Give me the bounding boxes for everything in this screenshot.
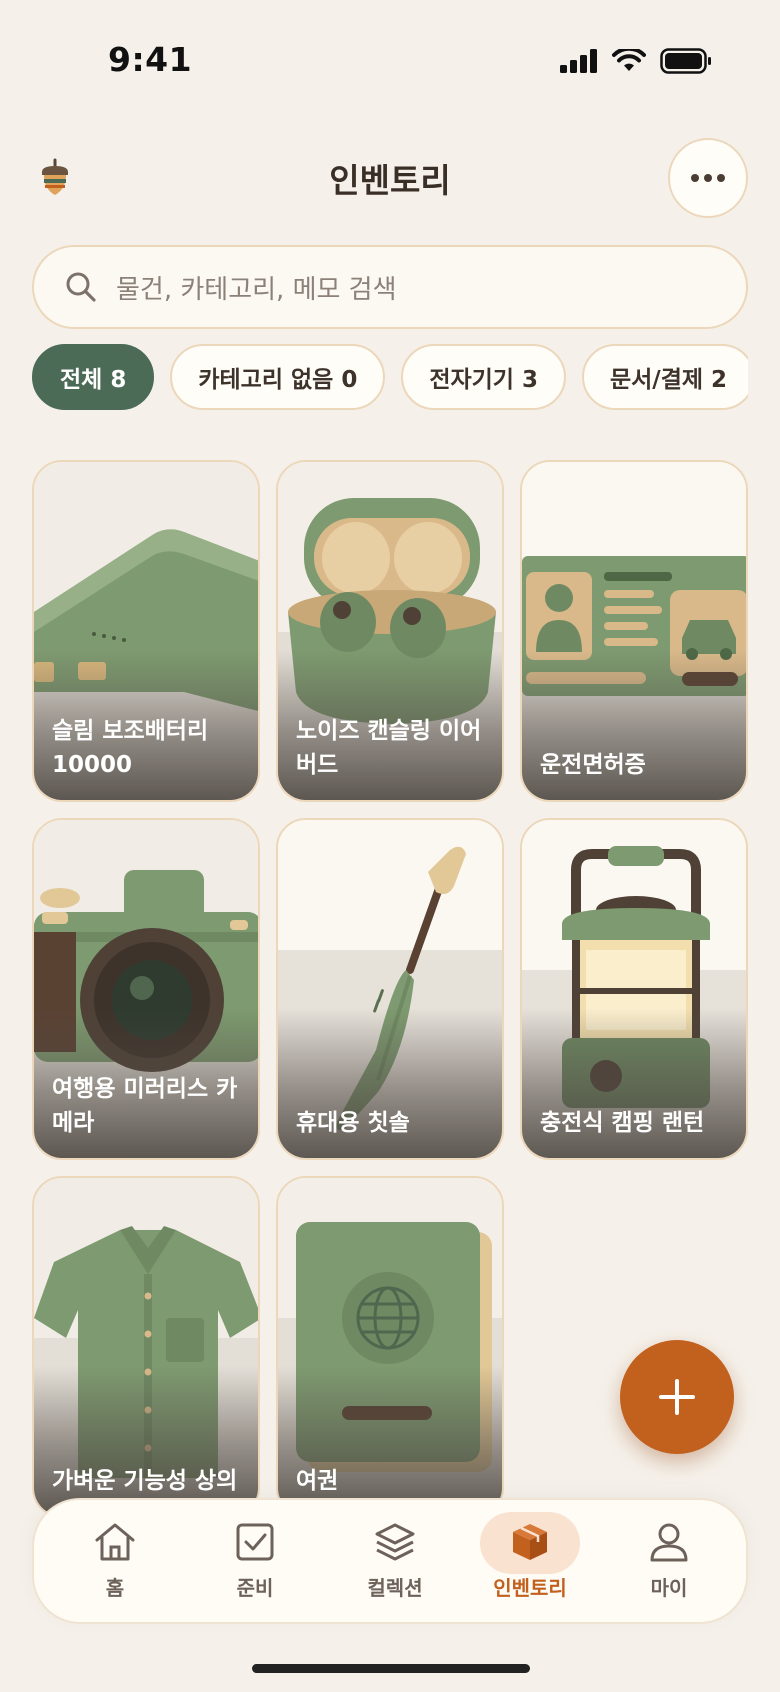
header: 인벤토리: [0, 130, 780, 226]
item-card[interactable]: 가벼운 기능성 상의: [32, 1176, 260, 1518]
more-dot: [691, 174, 699, 182]
item-label: 휴대용 칫솔: [296, 1110, 410, 1136]
user-icon: [650, 1523, 688, 1562]
more-dot: [704, 174, 712, 182]
item-label: 가벼운 기능성 상의: [52, 1468, 238, 1494]
search-icon: [66, 272, 96, 302]
nav-label: 인벤토리: [493, 1576, 567, 1600]
nav-item-prepare[interactable]: 준비: [200, 1512, 310, 1612]
item-card[interactable]: 운전면허증: [520, 460, 748, 802]
nav-label: 홈: [105, 1576, 125, 1600]
chip-uncategorized[interactable]: 카테고리 없음 0: [170, 344, 386, 410]
page-title: 인벤토리: [329, 161, 451, 200]
status-time: 9:41: [108, 40, 193, 79]
item-card[interactable]: 여권: [276, 1176, 504, 1518]
nav-item-my[interactable]: 마이: [614, 1512, 724, 1612]
item-label: 노이즈 캔슬링 이어버드: [296, 718, 482, 778]
more-options-button[interactable]: [668, 138, 748, 218]
item-label: 운전면허증: [540, 752, 646, 778]
status-icons: [560, 48, 712, 74]
home-icon: [95, 1523, 135, 1561]
nav-item-inventory[interactable]: 인벤토리: [475, 1512, 585, 1612]
nav-item-collection[interactable]: 컬렉션: [340, 1512, 450, 1612]
add-item-button[interactable]: [620, 1340, 734, 1454]
item-label: 슬림 보조배터리 10000: [52, 718, 209, 778]
signal-icon: [560, 49, 597, 73]
item-card[interactable]: 슬림 보조배터리 10000: [32, 460, 260, 802]
item-card[interactable]: 충전식 캠핑 랜턴: [520, 818, 748, 1160]
item-card[interactable]: 휴대용 칫솔: [276, 818, 504, 1160]
nav-label: 마이: [650, 1576, 688, 1600]
chip-all[interactable]: 전체 8: [32, 344, 155, 410]
more-dot: [717, 174, 725, 182]
bottom-nav: 홈 준비 컬렉션 인벤토리 마이: [32, 1498, 748, 1624]
item-card[interactable]: 노이즈 캔슬링 이어버드: [276, 460, 504, 802]
status-bar: 9:41: [0, 0, 780, 120]
item-label: 충전식 캠핑 랜턴: [540, 1110, 705, 1136]
battery-icon: [660, 48, 711, 74]
nav-label: 컬렉션: [367, 1576, 423, 1600]
nav-item-home[interactable]: 홈: [60, 1512, 170, 1612]
category-filter-bar: 전체 8 카테고리 없음 0 전자기기 3 문서/결제 2: [32, 344, 748, 410]
checkbox-icon: [236, 1523, 274, 1561]
home-indicator: [252, 1664, 530, 1673]
layers-icon: [375, 1523, 415, 1561]
chip-documents-payment[interactable]: 문서/결제 2: [581, 344, 748, 410]
plus-icon: [659, 1379, 695, 1415]
item-label: 여행용 미러리스 카메라: [52, 1076, 238, 1136]
wifi-icon: [612, 49, 646, 71]
chip-electronics[interactable]: 전자기기 3: [401, 344, 566, 410]
nav-label: 준비: [236, 1576, 274, 1600]
search-input[interactable]: 물건, 카테고리, 메모 검색: [32, 245, 748, 329]
search-placeholder: 물건, 카테고리, 메모 검색: [116, 274, 397, 305]
item-label: 여권: [296, 1468, 339, 1494]
box-icon: [513, 1524, 547, 1560]
item-card[interactable]: 여행용 미러리스 카메라: [32, 818, 260, 1160]
